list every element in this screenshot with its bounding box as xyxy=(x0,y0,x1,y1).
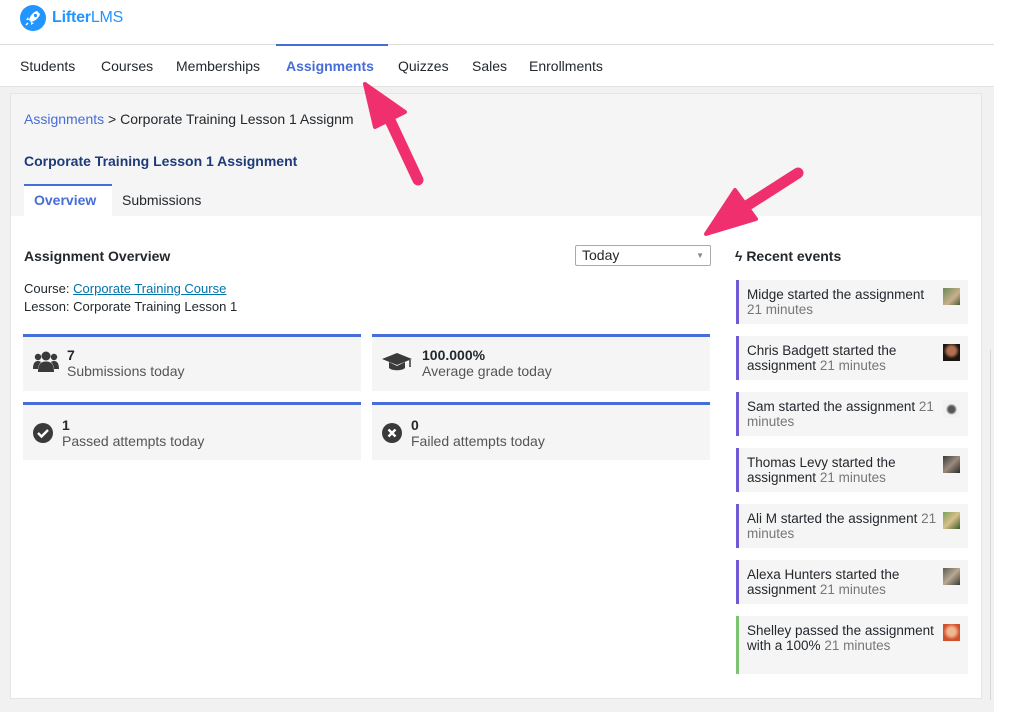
event-item: Alexa Hunters started the assignment 21 … xyxy=(736,560,968,604)
nav-memberships[interactable]: Memberships xyxy=(176,58,260,74)
avatar xyxy=(943,568,960,585)
recent-events-label: Recent events xyxy=(746,248,842,264)
top-bar: LifterLMS xyxy=(0,0,994,45)
brand-name-bold: Lifter xyxy=(52,9,91,26)
users-icon xyxy=(33,349,59,376)
stat-card-submissions: 7 Submissions today xyxy=(23,334,361,391)
nav-active-indicator xyxy=(276,44,388,46)
stat-card-average-grade: 100.000% Average grade today xyxy=(372,334,710,391)
lifterlms-logo[interactable]: LifterLMS xyxy=(20,5,123,31)
assignment-panel: Assignments > Corporate Training Lesson … xyxy=(10,93,982,699)
breadcrumb-root-link[interactable]: Assignments xyxy=(24,111,104,127)
average-grade-value: 100.000% xyxy=(422,347,486,363)
event-item: Chris Badgett started the assignment 21 … xyxy=(736,336,968,380)
failed-count: 0 xyxy=(411,417,419,433)
scrollbar-track[interactable] xyxy=(990,350,991,700)
avatar xyxy=(943,344,960,361)
times-circle-icon xyxy=(382,423,402,446)
period-select-value: Today xyxy=(582,247,620,263)
nav-sales[interactable]: Sales xyxy=(472,58,507,74)
avatar xyxy=(943,400,960,417)
brand-name-light: LMS xyxy=(90,9,124,26)
rocket-icon xyxy=(20,5,46,31)
breadcrumb: Assignments > Corporate Training Lesson … xyxy=(24,111,354,127)
breadcrumb-current: Corporate Training Lesson 1 Assignm xyxy=(120,111,354,127)
nav-enrollments[interactable]: Enrollments xyxy=(529,58,603,74)
avatar xyxy=(943,456,960,473)
nav-students[interactable]: Students xyxy=(20,58,75,74)
reporting-nav: Students Courses Memberships Assignments… xyxy=(0,44,994,87)
bolt-icon: ϟ xyxy=(735,248,743,264)
avatar xyxy=(943,512,960,529)
failed-label: Failed attempts today xyxy=(411,433,545,449)
stat-card-failed: 0 Failed attempts today xyxy=(372,402,710,460)
lesson-text: Lesson: Corporate Training Lesson 1 xyxy=(24,299,238,314)
check-circle-icon xyxy=(33,423,53,446)
chevron-down-icon: ▼ xyxy=(696,251,704,260)
graduation-cap-icon xyxy=(382,351,412,376)
event-item: Midge started the assignment 21 minutes xyxy=(736,280,968,324)
event-text: Sam started the assignment xyxy=(747,399,916,414)
event-time: 21 minutes xyxy=(819,582,886,597)
event-item: Ali M started the assignment 21 minutes xyxy=(736,504,968,548)
passed-count: 1 xyxy=(62,417,70,433)
avatar xyxy=(943,624,960,641)
passed-label: Passed attempts today xyxy=(62,433,205,449)
page-title: Corporate Training Lesson 1 Assignment xyxy=(24,153,298,169)
event-time: 21 minutes xyxy=(824,638,891,653)
nav-courses[interactable]: Courses xyxy=(101,58,153,74)
event-item: Shelley passed the assignment with a 100… xyxy=(736,616,968,674)
event-text: Ali M started the assignment xyxy=(747,511,918,526)
event-item: Thomas Levy started the assignment 21 mi… xyxy=(736,448,968,492)
nav-assignments[interactable]: Assignments xyxy=(286,58,374,74)
panel-header: Assignments > Corporate Training Lesson … xyxy=(11,94,981,216)
event-item: Sam started the assignment 21 minutes xyxy=(736,392,968,436)
tab-submissions[interactable]: Submissions xyxy=(112,184,211,216)
recent-events-title: ϟ Recent events xyxy=(735,248,841,264)
tab-overview[interactable]: Overview xyxy=(24,184,112,216)
course-link[interactable]: Corporate Training Course xyxy=(73,281,226,296)
period-select[interactable]: Today ▼ xyxy=(575,245,711,266)
submissions-label: Submissions today xyxy=(67,363,185,379)
event-text: Midge started the assignment xyxy=(747,287,925,302)
event-time: 21 minutes xyxy=(819,470,886,485)
average-grade-label: Average grade today xyxy=(422,363,552,379)
submissions-count: 7 xyxy=(67,347,75,363)
breadcrumb-separator: > xyxy=(104,111,121,127)
event-time: 21 minutes xyxy=(819,358,886,373)
avatar xyxy=(943,288,960,305)
stat-card-passed: 1 Passed attempts today xyxy=(23,402,361,460)
nav-quizzes[interactable]: Quizzes xyxy=(398,58,449,74)
overview-title: Assignment Overview xyxy=(24,248,171,264)
event-time: 21 minutes xyxy=(747,302,814,317)
course-label: Course: xyxy=(24,281,74,296)
